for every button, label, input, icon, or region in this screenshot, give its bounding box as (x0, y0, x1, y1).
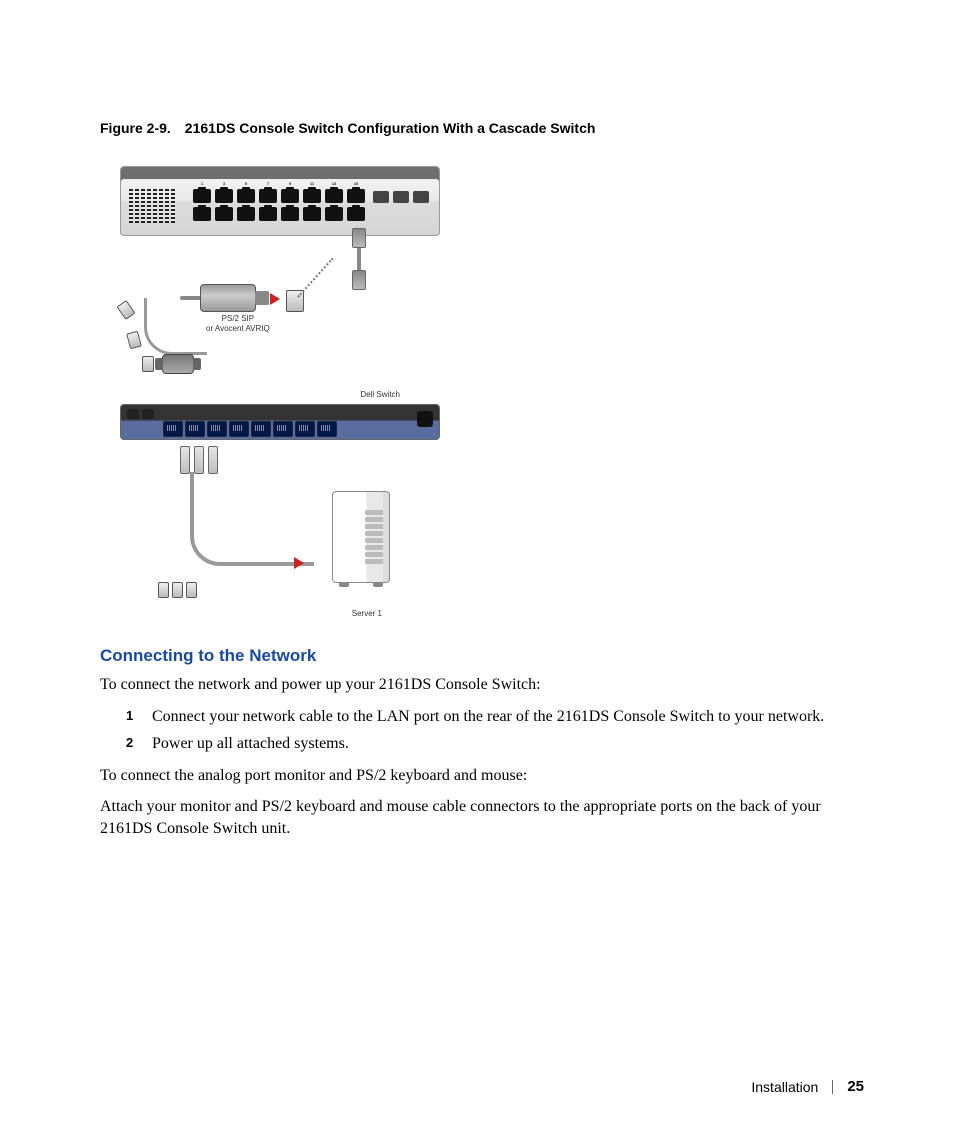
body-paragraph: Attach your monitor and PS/2 keyboard an… (100, 796, 864, 839)
cascade-switch-icon (120, 404, 440, 440)
ps2-plug-icon (116, 300, 135, 320)
sip-dongle-icon (200, 284, 256, 312)
cat5-cable-icon (352, 228, 366, 290)
sip-dongle-area: PS/2 SIP or Avocent AVRIQ Dell Switch (120, 284, 440, 374)
arrow-icon (294, 557, 304, 569)
vga-connector-icon (162, 354, 194, 374)
steps-list: Connect your network cable to the LAN po… (126, 706, 864, 755)
server-tower-icon (332, 491, 390, 583)
sip-dongle-label: PS/2 SIP or Avocent AVRIQ (206, 314, 270, 334)
body-paragraph: To connect the analog port monitor and P… (100, 765, 864, 787)
section-heading: Connecting to the Network (100, 646, 864, 666)
figure-caption: Figure 2-9. 2161DS Console Switch Configu… (100, 120, 864, 136)
step-item: Power up all attached systems. (126, 733, 864, 755)
rj45-ports (193, 189, 365, 221)
footer-separator (832, 1080, 833, 1094)
ps2-plug-icon (126, 331, 142, 350)
arrow-icon (270, 293, 280, 305)
step-item: Connect your network cable to the LAN po… (126, 706, 864, 728)
dell-switch-label: Dell Switch (360, 390, 400, 399)
kvm-console-plugs (180, 446, 218, 474)
ps2-plugs-icon (158, 582, 197, 598)
server-label: Server 1 (352, 609, 382, 618)
server-cabling-area: Server 1 (120, 446, 440, 606)
page-number: 25 (847, 1078, 864, 1095)
figure-diagram: 13579111315 (120, 166, 440, 606)
ps2-plug-icon (142, 356, 154, 372)
console-switch-icon: 13579111315 (120, 166, 440, 236)
figure-number: Figure 2-9. (100, 120, 171, 136)
port-labels: 13579111315 (193, 181, 365, 187)
figure-title: 2161DS Console Switch Configuration With… (185, 120, 596, 136)
intro-paragraph: To connect the network and power up your… (100, 674, 864, 696)
page-footer: Installation 25 (751, 1078, 864, 1095)
footer-section: Installation (751, 1079, 818, 1095)
